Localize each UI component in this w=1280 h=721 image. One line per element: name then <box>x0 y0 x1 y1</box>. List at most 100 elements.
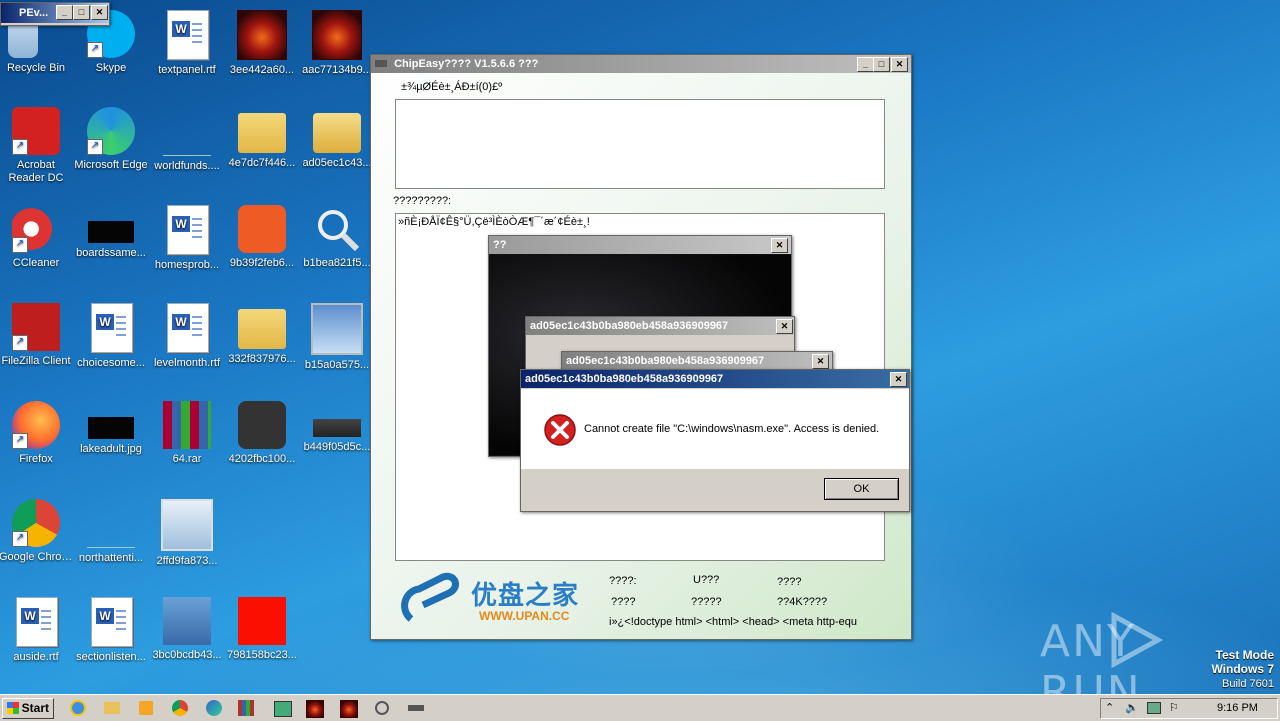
desktop-icon[interactable]: ↗ Google Chrome <box>0 499 73 564</box>
start-button[interactable]: Start <box>2 698 54 719</box>
desktop-icon-label: b15a0a575... <box>304 359 370 371</box>
desktop-icon[interactable]: 3bc0bcdb43... <box>150 597 224 662</box>
chrome-taskbar-icon[interactable] <box>170 698 192 718</box>
desktop-icon[interactable]: 64.rar <box>150 401 224 466</box>
horse-image-icon <box>312 10 362 60</box>
desktop-icon[interactable]: 4e7dc7f446... <box>225 107 299 170</box>
close-button[interactable]: ✕ <box>91 5 108 20</box>
maximize-button[interactable]: □ <box>73 5 90 20</box>
desktop-icon[interactable]: 9b39f2feb6... <box>225 205 299 270</box>
desktop-icon[interactable]: ↗ Firefox <box>0 401 73 466</box>
minimize-button[interactable]: _ <box>857 57 874 72</box>
error-icon <box>544 414 576 446</box>
inner-titlebar[interactable]: ?? ✕ <box>489 236 791 254</box>
system-tray: ⌃ 🔈 ⚐ 9:16 PM <box>1100 698 1278 719</box>
installer-icon <box>163 597 211 645</box>
show-hidden-icons-icon[interactable]: ⌃ <box>1105 701 1114 714</box>
magnifier-taskbar-icon[interactable] <box>372 698 394 718</box>
desktop-icon[interactable]: 2ffd9fa873... <box>150 499 224 568</box>
winrar-taskbar-icon[interactable] <box>236 698 258 718</box>
desktop-icon[interactable]: Whomesprob... <box>150 205 224 272</box>
chipeasy-titlebar[interactable]: ChipEasy???? V1.5.6.6 ??? _ □ ✕ <box>371 55 911 73</box>
desktop-icon[interactable]: ↗ FileZilla Client <box>0 303 73 368</box>
desktop-icon-label: boardssame... <box>76 247 146 259</box>
desktop-icon[interactable]: ↗ CCleaner <box>0 205 73 270</box>
close-button[interactable]: ✕ <box>776 319 793 334</box>
pe-window[interactable]: PEv... _ □ ✕ <box>0 2 110 26</box>
speaker-icon[interactable]: 🔈 <box>1125 701 1139 714</box>
desktop-icon[interactable]: Wauside.rtf <box>0 597 73 664</box>
black-image-icon <box>88 221 134 243</box>
desktop-icon[interactable]: 798158bc23... <box>225 597 299 662</box>
error-dialog[interactable]: ad05ec1c43b0ba980eb458a936909967 ✕ Canno… <box>520 369 910 512</box>
pe-window-titlebar[interactable]: PEv... _ □ ✕ <box>1 3 109 23</box>
close-button[interactable]: ✕ <box>891 57 908 72</box>
desktop-icon-label: 798158bc23... <box>227 649 297 661</box>
maximize-button[interactable]: □ <box>873 57 890 72</box>
clock[interactable]: 9:16 PM <box>1217 702 1258 714</box>
blank-file-icon <box>87 517 135 548</box>
shortcut-arrow-icon: ↗ <box>87 139 103 155</box>
desktop-icon[interactable]: boardssame... <box>74 205 148 260</box>
ccleaner-icon: ↗ <box>12 205 60 253</box>
edge-taskbar-icon[interactable] <box>204 698 226 718</box>
network-icon[interactable] <box>1147 702 1161 714</box>
horse-taskbar-icon-2[interactable] <box>338 698 360 718</box>
close-button[interactable]: ✕ <box>890 372 907 387</box>
desktop-icon[interactable]: worldfunds.... <box>150 107 224 173</box>
word-document-icon: W <box>91 303 133 353</box>
error-message: Cannot create file "C:\windows\nasm.exe"… <box>584 423 880 435</box>
desktop-icon[interactable]: Wtextpanel.rtf <box>150 10 224 77</box>
firefox-icon: ↗ <box>12 401 60 449</box>
error-dialog-titlebar[interactable]: ad05ec1c43b0ba980eb458a936909967 ✕ <box>521 370 909 388</box>
horse-taskbar-icon-1[interactable] <box>304 698 326 718</box>
word-document-icon: W <box>16 597 58 647</box>
desktop-icon-label: northattenti... <box>78 552 144 564</box>
details-text: »ñÈ¡ÐÅÏ¢Ê§°Ü,Çë³ÌÈòÒÆ¶¯´æ´¢Éè±¸! <box>398 216 590 228</box>
chip-shield-icon <box>313 419 361 437</box>
desktop-icon[interactable]: northattenti... <box>74 499 148 565</box>
desktop-icon[interactable]: 4202fbc100... <box>225 401 299 466</box>
close-button[interactable]: ✕ <box>771 238 788 253</box>
device-list[interactable] <box>395 99 885 189</box>
desktop-icon[interactable]: ↗ Acrobat Reader DC <box>0 107 73 185</box>
desktop-icon[interactable]: aac77134b9... <box>300 10 374 77</box>
media-player-taskbar-icon[interactable] <box>136 698 158 718</box>
desktop-icon[interactable]: 3ee442a60... <box>225 10 299 77</box>
close-button[interactable]: ✕ <box>812 354 829 369</box>
desktop-icon-label: b1bea821f5... <box>303 257 371 269</box>
setup-taskbar-icon[interactable] <box>272 698 294 718</box>
desktop-icon[interactable]: ad05ec1c43... <box>300 107 374 170</box>
info-3: ???? <box>777 576 802 588</box>
desktop-icon[interactable]: Wlevelmonth.rtf <box>150 303 224 370</box>
desktop-icon-label: choicesome... <box>77 357 145 369</box>
chipeasy-taskbar-icon[interactable] <box>406 698 428 718</box>
desktop-icon[interactable]: lakeadult.jpg <box>74 401 148 456</box>
desktop-icon[interactable]: 332f837976... <box>225 303 299 366</box>
info-5: ????? <box>691 596 722 608</box>
desktop-icon-label: 4202fbc100... <box>228 453 296 465</box>
minimize-button[interactable]: _ <box>56 5 73 20</box>
desktop-icon[interactable]: b1bea821f5... <box>300 205 374 270</box>
upan-logo: 优盘之家 WWW.UPAN.CC <box>399 569 595 629</box>
desktop-icon-label: auside.rtf <box>13 651 59 663</box>
desktop-icon[interactable]: b15a0a575... <box>300 303 374 372</box>
desktop-icon-label: 3bc0bcdb43... <box>152 649 222 661</box>
desktop-icon-label: Acrobat Reader DC <box>8 159 64 184</box>
info-2: U??? <box>693 574 720 586</box>
ok-button[interactable]: OK <box>824 478 899 500</box>
explorer-taskbar-icon[interactable] <box>102 698 124 718</box>
desktop-icon[interactable]: ↗ Microsoft Edge <box>74 107 148 172</box>
picture-shield-icon <box>161 499 213 551</box>
flag-icon[interactable]: ⚐ <box>1169 701 1179 714</box>
word-document-icon: W <box>167 303 209 353</box>
error-back-1-titlebar[interactable]: ad05ec1c43b0ba980eb458a936909967 ✕ <box>526 317 794 335</box>
ie-taskbar-icon[interactable] <box>68 698 90 718</box>
marquee-text: i»¿<!doctype html> <html> <head> <meta h… <box>609 616 857 628</box>
info-4: ???? <box>611 596 636 608</box>
error-back-2-titlebar[interactable]: ad05ec1c43b0ba980eb458a936909967 ✕ <box>562 352 832 370</box>
folder-icon <box>313 113 361 153</box>
desktop-icon[interactable]: Wchoicesome... <box>74 303 148 370</box>
desktop-icon[interactable]: Wsectionlisten... <box>74 597 148 664</box>
desktop-icon[interactable]: b449f05d5c... <box>300 401 374 454</box>
